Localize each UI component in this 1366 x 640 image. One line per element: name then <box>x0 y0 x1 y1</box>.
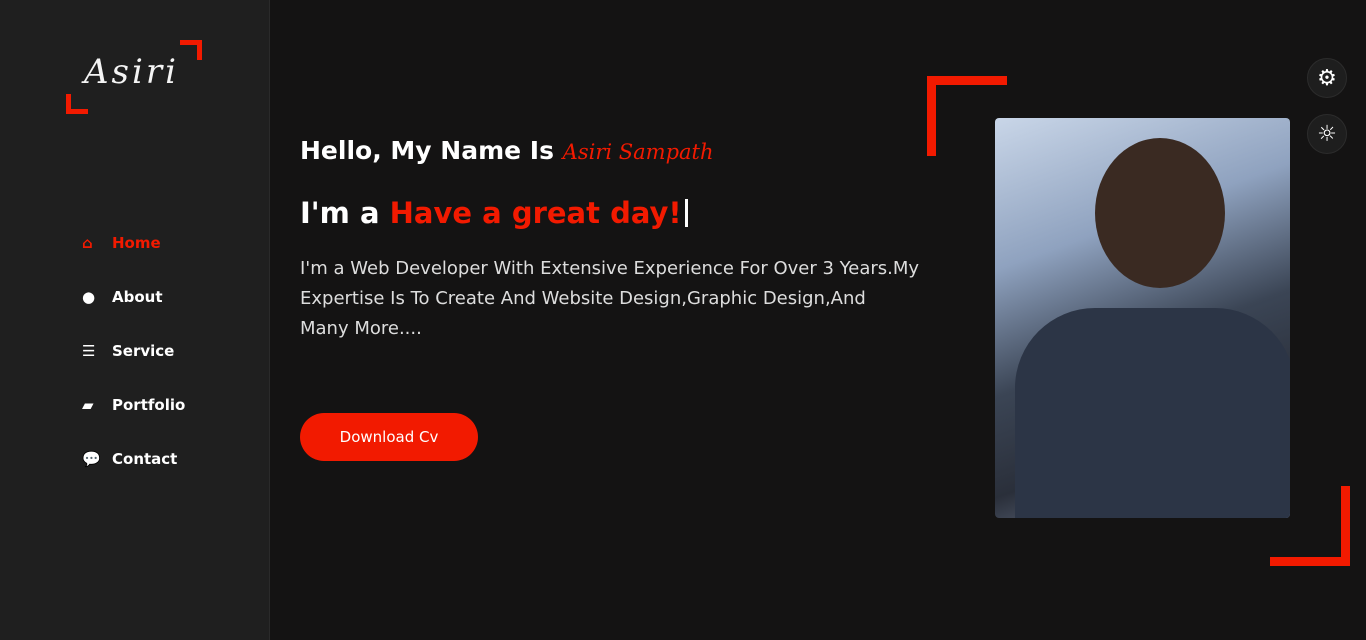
sidebar: Asiri ⌂ Home ● About ☰ Service ▰ Portfolio 💬… <box>0 0 270 640</box>
typed-heading: I'm a Have a great day! <box>300 196 688 230</box>
greeting-text: Hello, My Name Is <box>300 136 563 165</box>
nav-label: Service <box>112 342 175 360</box>
im-prefix: I'm a <box>300 196 390 230</box>
nav-item-home[interactable]: ⌂ Home <box>82 216 185 270</box>
nav-item-service[interactable]: ☰ Service <box>82 324 185 378</box>
description: I'm a Web Developer With Extensive Exper… <box>300 258 920 339</box>
name: Asiri Sampath <box>562 140 714 164</box>
logo[interactable]: Asiri <box>66 40 202 114</box>
nav-label: Portfolio <box>112 396 186 414</box>
nav-item-about[interactable]: ● About <box>82 270 185 324</box>
nav-label: Contact <box>112 450 178 468</box>
comments-icon: 💬 <box>82 450 101 468</box>
typed-text: Have a great day! <box>389 196 682 230</box>
greeting: Hello, My Name Is Asiri Sampath <box>300 136 714 165</box>
user-icon: ● <box>82 288 96 306</box>
logo-corner <box>66 94 88 114</box>
settings-gear-icon[interactable]: ⚙ <box>1307 58 1347 98</box>
download-cv-button[interactable]: Download Cv <box>300 413 478 461</box>
nav-menu: ⌂ Home ● About ☰ Service ▰ Portfolio 💬 Contac… <box>82 216 185 486</box>
logo-corner <box>180 40 202 60</box>
nav-label: Home <box>112 234 161 252</box>
nav-item-contact[interactable]: 💬 Contact <box>82 432 185 486</box>
typing-cursor <box>684 199 688 227</box>
profile-photo <box>995 118 1290 518</box>
nav-item-portfolio[interactable]: ▰ Portfolio <box>82 378 185 432</box>
theme-toggle-sun-icon[interactable]: ☼ <box>1307 114 1347 154</box>
nav-label: About <box>112 288 163 306</box>
list-icon: ☰ <box>82 342 96 360</box>
logo-text: Asiri <box>84 52 180 92</box>
briefcase-icon: ▰ <box>82 396 94 414</box>
home-icon: ⌂ <box>82 234 93 252</box>
